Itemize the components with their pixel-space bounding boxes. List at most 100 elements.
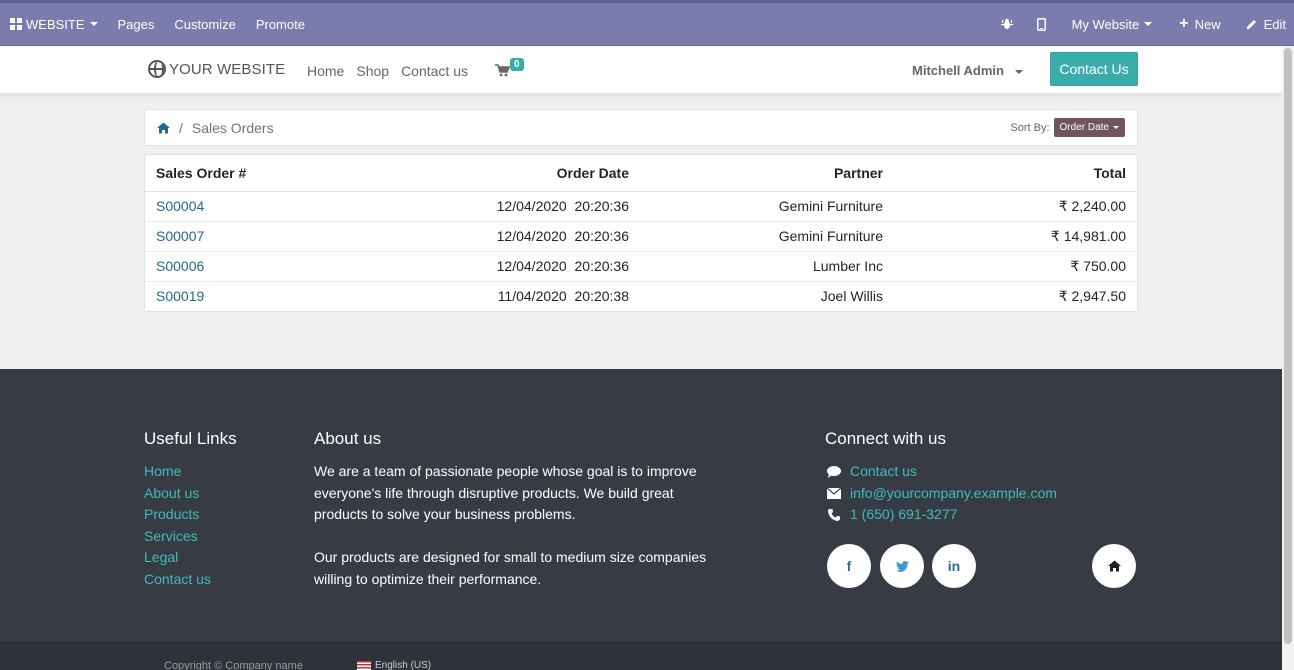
partner-cell: Gemini Furniture xyxy=(778,198,883,214)
total-cell: ₹ 2,240.00 xyxy=(1058,197,1126,214)
website-editor-bar: WEBSITE Pages Customize Promote My Websi… xyxy=(0,0,1294,46)
facebook-button[interactable]: f xyxy=(827,544,871,588)
footer-phone-link[interactable]: 1 (650) 691-3277 xyxy=(850,504,957,526)
nav-shop[interactable]: Shop xyxy=(356,63,389,79)
new-button[interactable]: + New xyxy=(1166,3,1233,45)
pencil-icon xyxy=(1246,20,1256,29)
nav-contact-us[interactable]: Contact us xyxy=(401,63,468,79)
breadcrumb: / Sales Orders Sort By: Order Date xyxy=(144,109,1138,146)
footer-link-about-us[interactable]: About us xyxy=(144,485,199,501)
home-icon xyxy=(1107,560,1121,572)
connect-list: Contact us info@yourcompany.example.com … xyxy=(826,461,1057,526)
chevron-down-icon xyxy=(1113,126,1119,129)
order-number-link[interactable]: S00004 xyxy=(156,198,204,214)
partner-cell: Gemini Furniture xyxy=(640,220,894,251)
order-time: 20:20:36 xyxy=(574,198,630,214)
partner-cell: Joel Willis xyxy=(640,280,894,311)
useful-links-list: Home About us Products Services Legal Co… xyxy=(144,461,211,591)
order-date: 12/04/2020 xyxy=(496,198,567,214)
language-label: English (US) xyxy=(375,660,432,670)
footer-link-legal[interactable]: Legal xyxy=(144,549,178,565)
scrollbar-thumb[interactable] xyxy=(1284,48,1292,644)
total-cell: ₹ 750.00 xyxy=(894,250,1137,281)
comment-icon xyxy=(826,465,842,478)
debug-button[interactable] xyxy=(989,3,1025,45)
order-date: 12/04/2020 xyxy=(496,228,567,244)
table-header-row: Sales Order # Order Date Partner Total xyxy=(145,155,1137,192)
site-footer: Useful Links Home About us Products Serv… xyxy=(0,369,1282,641)
column-header-total: Total xyxy=(894,155,1137,192)
contact-us-button[interactable]: Contact Us xyxy=(1050,52,1138,86)
website-menu-label: WEBSITE xyxy=(26,16,85,32)
breadcrumb-current: Sales Orders xyxy=(191,119,274,136)
order-number-link[interactable]: S00007 xyxy=(156,228,204,244)
home-icon[interactable] xyxy=(157,122,170,134)
order-date-cell: 12/04/2020 20:20:36 xyxy=(385,220,640,251)
sort-by-control: Sort By: Order Date xyxy=(1010,118,1125,137)
envelope-icon xyxy=(826,487,842,499)
breadcrumb-separator: / xyxy=(179,119,183,136)
site-selector[interactable]: My Website xyxy=(1058,3,1167,45)
mobile-preview-button[interactable] xyxy=(1025,3,1058,45)
footer-link-services[interactable]: Services xyxy=(144,528,198,544)
sort-by-label: Sort By: xyxy=(1010,121,1050,134)
language-selector[interactable]: English (US) xyxy=(357,660,431,670)
table-row[interactable]: S00007 12/04/2020 20:20:36 Gemini Furnit… xyxy=(145,220,1137,251)
column-header-order-number: Sales Order # xyxy=(145,155,385,192)
nav-home[interactable]: Home xyxy=(307,63,344,79)
order-date: 12/04/2020 xyxy=(496,258,567,274)
new-label: New xyxy=(1194,16,1221,32)
total-cell: ₹ 14,981.00 xyxy=(894,220,1137,251)
pages-menu[interactable]: Pages xyxy=(108,3,165,45)
useful-links-title: Useful Links xyxy=(144,429,237,448)
order-time: 20:20:38 xyxy=(574,288,630,305)
twitter-icon xyxy=(895,560,909,572)
footer-contact-link[interactable]: Contact us xyxy=(850,461,917,483)
globe-icon xyxy=(148,60,166,78)
customize-menu[interactable]: Customize xyxy=(164,3,245,45)
shopping-cart-icon xyxy=(495,64,510,77)
main-nav: Home Shop Contact us xyxy=(307,63,468,79)
order-number-link[interactable]: S00006 xyxy=(156,258,204,274)
total-cell: ₹ 2,947.50 xyxy=(894,280,1137,311)
user-menu[interactable]: Mitchell Admin xyxy=(912,63,1023,78)
connect-title: Connect with us xyxy=(825,429,946,448)
website-menu-button[interactable]: WEBSITE xyxy=(8,3,108,45)
table-row[interactable]: S00019 11/04/2020 20:20:38 Joel Willis ₹… xyxy=(145,280,1137,311)
chevron-down-icon xyxy=(1144,22,1153,26)
page-scrollbar[interactable] xyxy=(1282,46,1294,670)
table-row[interactable]: S00006 12/04/2020 20:20:36 Lumber Inc ₹ … xyxy=(145,250,1137,281)
twitter-button[interactable] xyxy=(880,544,924,588)
linkedin-button[interactable]: in xyxy=(932,544,976,588)
apps-grid-icon xyxy=(10,18,22,30)
chevron-down-icon xyxy=(1014,69,1023,74)
copyright-text: Copyright © Company name xyxy=(164,660,303,670)
bug-icon xyxy=(1000,18,1013,29)
site-header: YOUR WEBSITE Home Shop Contact us 0 Mitc… xyxy=(0,46,1282,94)
order-time: 20:20:36 xyxy=(574,228,630,244)
order-date-cell: 12/04/2020 20:20:36 xyxy=(385,250,640,281)
column-header-partner: Partner xyxy=(640,155,894,192)
about-us-title: About us xyxy=(314,429,382,448)
order-number-link[interactable]: S00019 xyxy=(156,288,204,304)
chevron-down-icon xyxy=(89,22,98,26)
footer-email-link[interactable]: info@yourcompany.example.com xyxy=(850,483,1057,505)
edit-label: Edit xyxy=(1263,16,1286,32)
footer-home-button[interactable] xyxy=(1092,544,1136,588)
mobile-icon xyxy=(1036,17,1046,31)
phone-icon xyxy=(826,508,842,521)
user-name: Mitchell Admin xyxy=(912,63,1004,78)
table-row[interactable]: S00004 12/04/2020 20:20:36 Gemini Furnit… xyxy=(145,191,1137,221)
sort-by-dropdown[interactable]: Order Date xyxy=(1053,118,1125,137)
footer-link-home[interactable]: Home xyxy=(144,463,181,479)
edit-button[interactable]: Edit xyxy=(1234,3,1286,45)
promote-menu[interactable]: Promote xyxy=(246,3,315,45)
about-us-paragraph-1: We are a team of passionate people whose… xyxy=(314,463,697,523)
linkedin-icon: in xyxy=(947,558,961,574)
cart-link[interactable]: 0 xyxy=(495,58,527,85)
footer-link-products[interactable]: Products xyxy=(144,506,199,522)
site-logo[interactable]: YOUR WEBSITE xyxy=(148,60,285,78)
footer-link-contact-us[interactable]: Contact us xyxy=(144,571,211,587)
site-selector-label: My Website xyxy=(1071,16,1140,32)
editor-bar-left: WEBSITE Pages Customize Promote xyxy=(8,3,315,45)
